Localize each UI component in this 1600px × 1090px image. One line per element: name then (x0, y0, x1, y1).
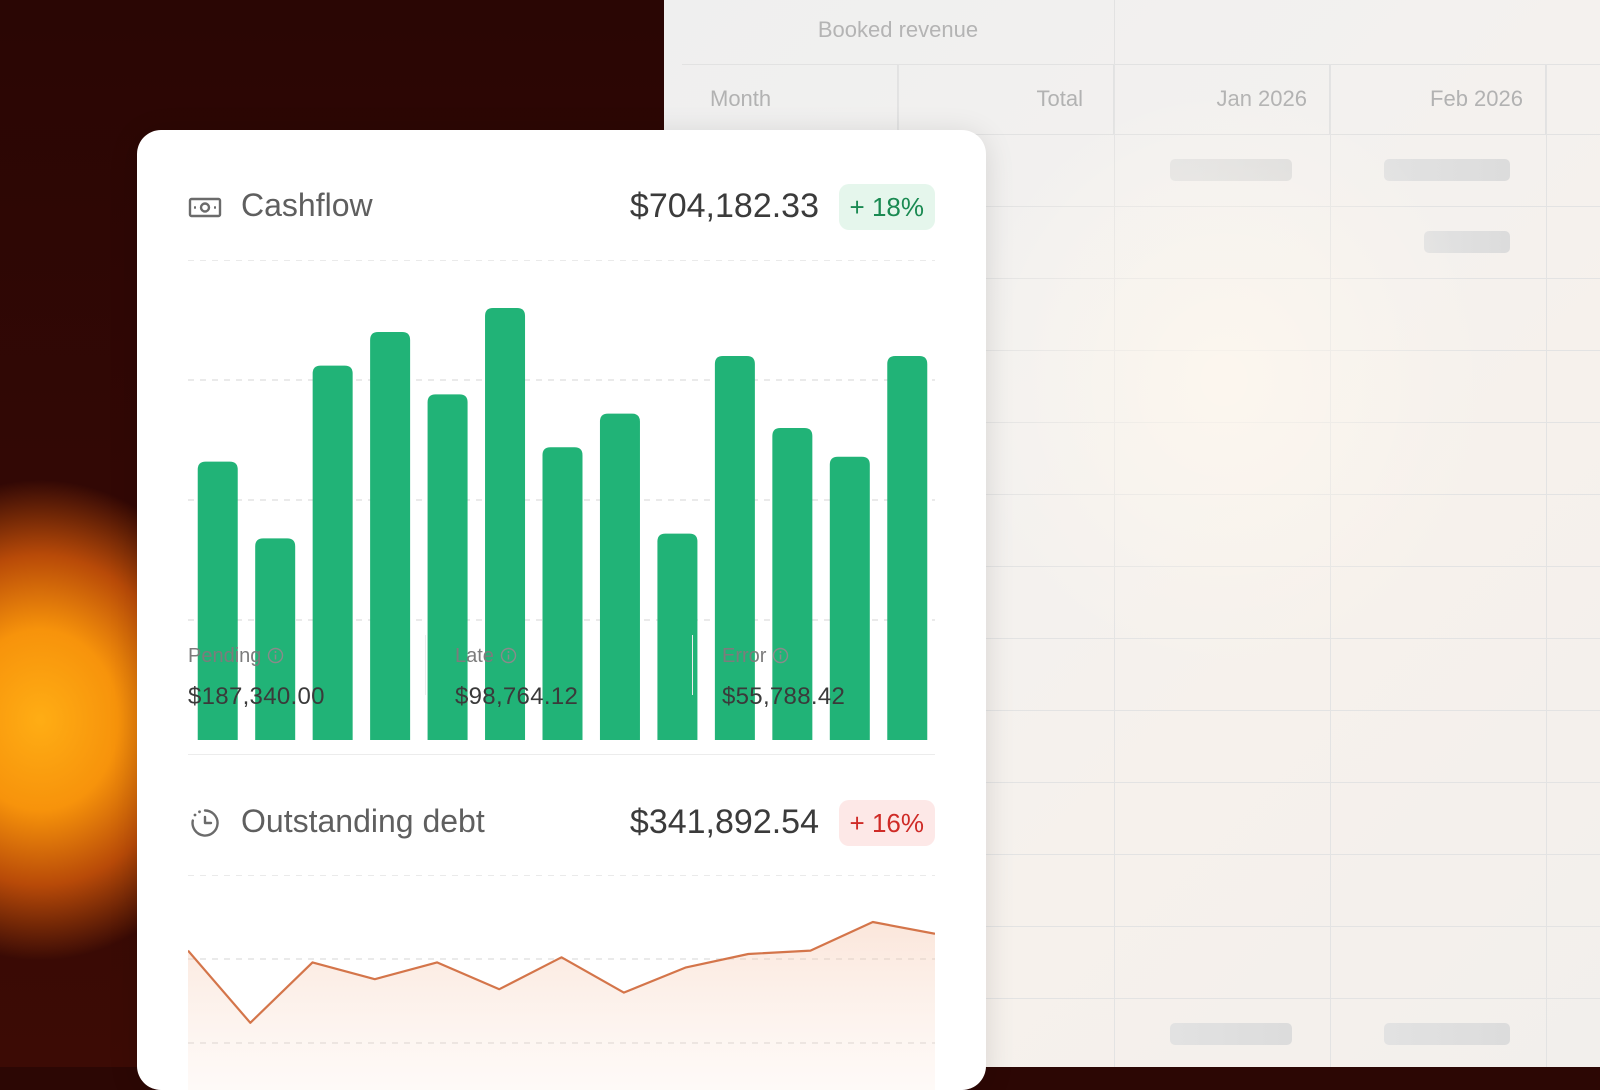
debt-line-chart (188, 875, 935, 1090)
stat-error-value: $55,788.42 (722, 683, 845, 711)
loading-placeholder (1170, 159, 1292, 181)
cashflow-header: Cashflow $704,182.33 + 18% (188, 182, 935, 232)
group-title: Booked revenue (682, 0, 1115, 64)
stat-pending-label: Pending (188, 645, 261, 667)
loading-placeholder (1384, 159, 1510, 181)
stat-late-value: $98,764.12 (455, 683, 578, 711)
debt-change-badge: + 16% (839, 800, 935, 846)
column-divider (1546, 64, 1547, 1067)
stat-pending-value: $187,340.00 (188, 683, 325, 711)
stat-late-label-wrap: Late (455, 645, 517, 668)
stat-error-label: Error (722, 645, 766, 667)
stat-divider (425, 635, 426, 695)
finance-card: Cashflow $704,182.33 + 18% Pending $187,… (137, 130, 986, 1090)
loading-placeholder (1424, 231, 1510, 253)
cashflow-amount: $704,182.33 (630, 187, 819, 226)
info-icon[interactable] (500, 647, 517, 664)
info-icon[interactable] (267, 647, 284, 664)
column-header-month[interactable]: Month (682, 64, 898, 134)
stat-error-label-wrap: Error (722, 645, 789, 668)
stat-pending: Pending $187,340.00 (188, 635, 428, 715)
stat-late-label: Late (455, 645, 494, 667)
debt-header: Outstanding debt $341,892.54 + 16% (188, 798, 935, 848)
stat-pending-label-wrap: Pending (188, 645, 284, 668)
cashflow-change-badge: + 18% (839, 184, 935, 230)
banknote-icon (188, 193, 222, 221)
stat-late: Late $98,764.12 (455, 635, 695, 715)
column-header-row: Month Total Jan 2026 Feb 2026 (682, 64, 1600, 135)
stat-error: Error $55,788.42 (722, 635, 962, 715)
info-icon[interactable] (772, 647, 789, 664)
debt-area (188, 922, 935, 1090)
debt-title: Outstanding debt (241, 803, 485, 840)
debt-amount: $341,892.54 (630, 803, 819, 842)
column-divider (1330, 64, 1331, 1067)
stat-divider (692, 635, 693, 695)
group-header-row: Booked revenue (682, 0, 1600, 65)
loading-placeholder (1170, 1023, 1292, 1045)
cashflow-title: Cashflow (241, 187, 373, 224)
section-divider (188, 754, 935, 755)
column-divider (1114, 64, 1115, 1067)
cashflow-stats: Pending $187,340.00 Late $98,764.12 Erro… (188, 635, 935, 725)
column-header-jan-2026[interactable]: Jan 2026 (1114, 64, 1330, 134)
clock-pie-icon (188, 809, 222, 837)
column-header-feb-2026[interactable]: Feb 2026 (1330, 64, 1546, 134)
column-header-total[interactable]: Total (898, 64, 1114, 134)
loading-placeholder (1384, 1023, 1510, 1045)
